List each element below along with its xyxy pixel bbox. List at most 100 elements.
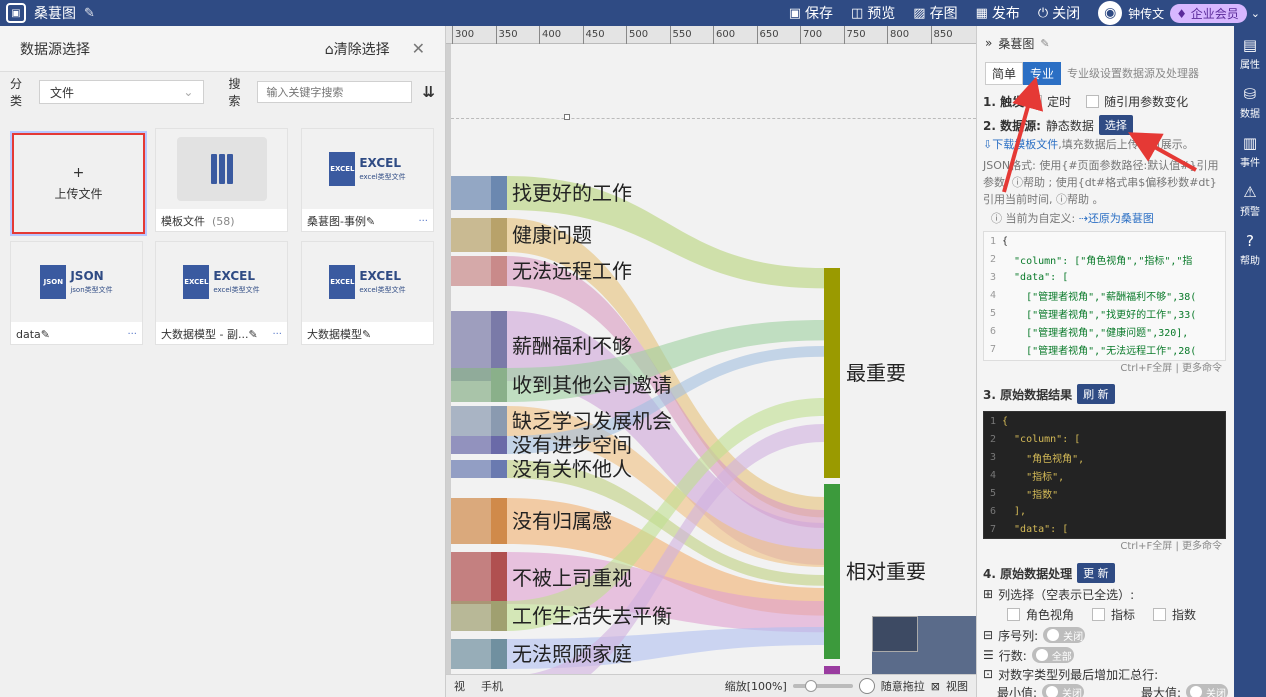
sankey-source-band: [451, 436, 491, 454]
properties-icon: ▤: [1242, 36, 1258, 54]
minimap-viewport[interactable]: [872, 616, 918, 652]
search-input[interactable]: [257, 81, 413, 103]
sankey-source-band: [451, 406, 491, 436]
sankey-chart[interactable]: 找更好的工作 健康问题 无法远程工作 薪酬福利不够 收到其他公司邀请 缺乏学习发展机会 没有…: [446, 46, 976, 674]
sankey-node-left[interactable]: [491, 406, 507, 436]
design-canvas[interactable]: 300 350 400 450 500 550 600 650 700 750 800 850 找更好…: [446, 26, 976, 697]
sankey-node-left[interactable]: [491, 460, 507, 478]
data-file-card[interactable]: JSON JSON json类型文件 data ✎ ···: [10, 241, 143, 345]
sankey-node-left[interactable]: [491, 601, 507, 631]
alert-tab[interactable]: ⚠ 预警: [1240, 183, 1260, 218]
json-file-icon: JSON JSON json类型文件: [40, 265, 113, 299]
edit-title-icon[interactable]: ✎: [84, 6, 95, 21]
line-number: 6: [989, 505, 996, 517]
sort-icon[interactable]: ⇊: [422, 83, 435, 101]
timer-checkbox[interactable]: [1029, 94, 1043, 108]
sankey-left-label: 不被上司重视: [512, 566, 632, 590]
refresh-button[interactable]: 刷 新: [1077, 384, 1115, 404]
rows-switch[interactable]: 全部: [1031, 647, 1074, 663]
tab-simple[interactable]: 简单: [985, 61, 1024, 85]
tab-pro[interactable]: 专业: [1023, 61, 1062, 85]
sankey-node-left[interactable]: [491, 639, 507, 669]
sankey-node-left[interactable]: [491, 256, 507, 286]
events-tab[interactable]: ▥ 事件: [1240, 134, 1260, 169]
bigdata-card[interactable]: EXCEL EXCEL excel类型文件 大数据模型 ✎: [301, 241, 434, 345]
code-text: ["管理者视角","薪酬福利不够",38(: [1002, 291, 1197, 303]
upload-file-button[interactable]: + 上传文件: [12, 133, 145, 234]
category-select[interactable]: 文件 ⌄: [38, 80, 205, 104]
help-icon: ?: [1246, 232, 1254, 250]
seq-switch[interactable]: 关闭: [1043, 627, 1086, 643]
mobile-tab[interactable]: 手机: [473, 678, 511, 694]
minimap[interactable]: [872, 616, 976, 676]
more-icon[interactable]: ···: [127, 329, 137, 340]
view-tab[interactable]: 视: [446, 678, 473, 694]
sankey-example-card[interactable]: EXCEL EXCEL excel类型文件 桑葚图-事例 ✎ ···: [301, 128, 434, 232]
sankey-node-right[interactable]: [824, 268, 840, 478]
viewer-hint: Ctrl+F全屏 | 更多命令: [1120, 541, 1222, 552]
update-button[interactable]: 更 新: [1077, 563, 1115, 583]
vip-badge[interactable]: ♦ 企业会员: [1170, 3, 1247, 23]
column-icon: ⊞: [983, 587, 994, 601]
save-button[interactable]: ▣ 保存: [789, 3, 833, 23]
col-index-checkbox[interactable]: [1153, 607, 1167, 621]
code-line: 6 ["管理者视角","健康问题",320],: [984, 322, 1225, 340]
user-avatar[interactable]: ◉: [1098, 1, 1123, 25]
param-change-checkbox[interactable]: [1086, 94, 1100, 108]
sankey-left-label: 没有关怀他人: [512, 457, 632, 481]
close-app-button[interactable]: ⏻ 关闭: [1038, 3, 1080, 23]
sankey-node-left[interactable]: [491, 176, 507, 210]
json-hint-3: 引用当前时间, ⓘ帮助 。: [983, 193, 1104, 206]
excel-file-icon: EXCEL EXCEL excel类型文件: [329, 152, 406, 186]
ruler-tick: 550: [669, 26, 692, 44]
sankey-node-left[interactable]: [491, 218, 507, 252]
col-metric-checkbox[interactable]: [1092, 607, 1106, 621]
code-text: ["管理者视角","健康问题",320],: [1002, 327, 1189, 339]
collapse-icon[interactable]: »: [985, 36, 992, 50]
view-icon[interactable]: ⊠: [931, 680, 940, 693]
zoom-knob[interactable]: [804, 680, 817, 692]
sankey-left-label: 没有进步空间: [512, 433, 632, 457]
line-number: 5: [989, 487, 996, 499]
ruler-tick: 300: [452, 26, 474, 44]
col-role-checkbox[interactable]: [1007, 607, 1020, 621]
restore-link[interactable]: ⇢还原为桑葚图: [1079, 212, 1154, 225]
edit-icon[interactable]: ✎: [1040, 37, 1049, 50]
data-tab[interactable]: ⛁ 数据: [1240, 85, 1260, 120]
properties-tab[interactable]: ▤ 属性: [1240, 36, 1260, 71]
sankey-node-left[interactable]: [491, 368, 507, 402]
clear-selection-button[interactable]: ⌂清除选择: [325, 39, 390, 59]
preview-button[interactable]: ◫ 预览: [851, 3, 895, 23]
chevron-down-icon[interactable]: ⌄: [1251, 7, 1260, 20]
zoom-slider[interactable]: [792, 680, 853, 692]
line-number: 7: [989, 343, 996, 355]
sankey-node-right[interactable]: [824, 666, 840, 674]
drag-toggle[interactable]: [858, 678, 875, 694]
code-line: 6 ],: [984, 502, 1225, 520]
more-icon[interactable]: ···: [418, 216, 428, 227]
help-tab[interactable]: ? 帮助: [1240, 232, 1260, 267]
raw-process-label: 4. 原始数据处理: [983, 566, 1073, 581]
json-hint-2: 参数, ⓘ帮助 ; 使用{dt#格式串$偏移秒数#dt}: [983, 176, 1217, 189]
sankey-node-left[interactable]: [491, 498, 507, 544]
sankey-node-left[interactable]: [491, 436, 507, 454]
raw-result-viewer[interactable]: 1{2 "column": [3 "角色视角", 4 "指标", 5 "指数" 6 ]…: [983, 411, 1226, 539]
sankey-node-left[interactable]: [491, 552, 507, 604]
view-label[interactable]: 视图: [946, 678, 968, 694]
more-icon[interactable]: ···: [272, 329, 282, 340]
publish-button[interactable]: ▦ 发布: [976, 3, 1020, 23]
upload-card[interactable]: + 上传文件: [12, 133, 145, 237]
user-name[interactable]: 钟传文: [1128, 5, 1164, 22]
select-datasource-button[interactable]: 选择: [1098, 115, 1133, 135]
json-editor[interactable]: 1{2 "column": ["角色视角","指标","指 3 "data": […: [983, 231, 1226, 361]
min-switch[interactable]: 关闭: [1042, 684, 1085, 697]
close-icon[interactable]: ✕: [412, 39, 425, 58]
sankey-node-right[interactable]: [824, 484, 840, 659]
line-number: 4: [989, 469, 996, 481]
code-text: {: [1002, 235, 1009, 247]
max-switch[interactable]: 关闭: [1186, 684, 1228, 697]
save-image-button[interactable]: ▨ 存图: [913, 3, 957, 23]
template-file-card[interactable]: 模板文件 (58): [155, 128, 288, 232]
download-template-link[interactable]: ⇩下载模板文件: [983, 138, 1058, 151]
bigdata-copy-card[interactable]: EXCEL EXCEL excel类型文件 大数据模型 - 副... ✎ ···: [155, 241, 288, 345]
